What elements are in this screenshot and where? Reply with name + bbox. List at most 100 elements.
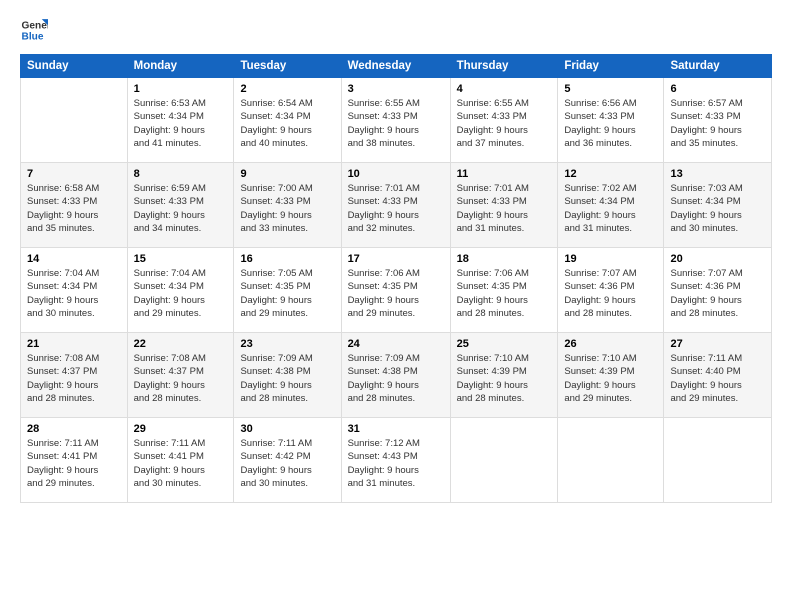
weekday-header: Sunday	[21, 55, 128, 78]
calendar-cell: 31 Sunrise: 7:12 AM Sunset: 4:43 PM Dayli…	[341, 418, 450, 503]
day-number: 3	[348, 83, 444, 95]
day-number: 24	[348, 338, 444, 350]
calendar-cell: 22 Sunrise: 7:08 AM Sunset: 4:37 PM Dayli…	[127, 333, 234, 418]
day-info: Sunrise: 7:08 AM Sunset: 4:37 PM Dayligh…	[27, 352, 121, 405]
day-info: Sunrise: 6:53 AM Sunset: 4:34 PM Dayligh…	[134, 97, 228, 150]
logo: General Blue	[20, 16, 48, 44]
day-info: Sunrise: 7:06 AM Sunset: 4:35 PM Dayligh…	[348, 267, 444, 320]
logo-icon: General Blue	[20, 16, 48, 44]
calendar-cell: 23 Sunrise: 7:09 AM Sunset: 4:38 PM Dayli…	[234, 333, 341, 418]
calendar-cell	[558, 418, 664, 503]
weekday-header: Monday	[127, 55, 234, 78]
weekday-header: Tuesday	[234, 55, 341, 78]
calendar-cell: 6 Sunrise: 6:57 AM Sunset: 4:33 PM Daylig…	[664, 78, 772, 163]
calendar-cell: 16 Sunrise: 7:05 AM Sunset: 4:35 PM Dayli…	[234, 248, 341, 333]
day-info: Sunrise: 7:07 AM Sunset: 4:36 PM Dayligh…	[670, 267, 765, 320]
day-number: 13	[670, 168, 765, 180]
day-number: 23	[240, 338, 334, 350]
day-number: 21	[27, 338, 121, 350]
day-info: Sunrise: 7:09 AM Sunset: 4:38 PM Dayligh…	[348, 352, 444, 405]
day-info: Sunrise: 7:11 AM Sunset: 4:41 PM Dayligh…	[134, 437, 228, 490]
header: General Blue	[20, 16, 772, 44]
day-info: Sunrise: 7:08 AM Sunset: 4:37 PM Dayligh…	[134, 352, 228, 405]
day-info: Sunrise: 7:10 AM Sunset: 4:39 PM Dayligh…	[564, 352, 657, 405]
weekday-header: Thursday	[450, 55, 558, 78]
day-info: Sunrise: 7:04 AM Sunset: 4:34 PM Dayligh…	[134, 267, 228, 320]
day-number: 22	[134, 338, 228, 350]
day-info: Sunrise: 7:06 AM Sunset: 4:35 PM Dayligh…	[457, 267, 552, 320]
day-number: 16	[240, 253, 334, 265]
calendar-cell: 17 Sunrise: 7:06 AM Sunset: 4:35 PM Dayli…	[341, 248, 450, 333]
weekday-header: Saturday	[664, 55, 772, 78]
calendar-cell: 14 Sunrise: 7:04 AM Sunset: 4:34 PM Dayli…	[21, 248, 128, 333]
svg-text:Blue: Blue	[22, 31, 44, 42]
calendar-cell: 25 Sunrise: 7:10 AM Sunset: 4:39 PM Dayli…	[450, 333, 558, 418]
day-info: Sunrise: 7:01 AM Sunset: 4:33 PM Dayligh…	[457, 182, 552, 235]
calendar-page: General Blue SundayMondayTuesdayWednesda…	[0, 0, 792, 612]
calendar-cell	[21, 78, 128, 163]
day-info: Sunrise: 7:12 AM Sunset: 4:43 PM Dayligh…	[348, 437, 444, 490]
calendar-cell: 2Sunrise: 6:54 AM Sunset: 4:34 PM Daylig…	[234, 78, 341, 163]
day-info: Sunrise: 6:55 AM Sunset: 4:33 PM Dayligh…	[457, 97, 552, 150]
day-info: Sunrise: 6:55 AM Sunset: 4:33 PM Dayligh…	[348, 97, 444, 150]
calendar-cell: 30 Sunrise: 7:11 AM Sunset: 4:42 PM Dayli…	[234, 418, 341, 503]
calendar-cell: 19Sunrise: 7:07 AM Sunset: 4:36 PM Dayli…	[558, 248, 664, 333]
day-info: Sunrise: 6:57 AM Sunset: 4:33 PM Dayligh…	[670, 97, 765, 150]
day-number: 27	[670, 338, 765, 350]
calendar-cell: 7 Sunrise: 6:58 AM Sunset: 4:33 PM Daylig…	[21, 163, 128, 248]
day-number: 14	[27, 253, 121, 265]
day-number: 19	[564, 253, 657, 265]
day-info: Sunrise: 7:11 AM Sunset: 4:41 PM Dayligh…	[27, 437, 121, 490]
day-number: 30	[240, 423, 334, 435]
day-number: 1	[134, 83, 228, 95]
day-info: Sunrise: 7:04 AM Sunset: 4:34 PM Dayligh…	[27, 267, 121, 320]
day-number: 4	[457, 83, 552, 95]
calendar-cell: 4 Sunrise: 6:55 AM Sunset: 4:33 PM Daylig…	[450, 78, 558, 163]
day-info: Sunrise: 6:58 AM Sunset: 4:33 PM Dayligh…	[27, 182, 121, 235]
calendar-cell: 12 Sunrise: 7:02 AM Sunset: 4:34 PM Dayli…	[558, 163, 664, 248]
day-info: Sunrise: 7:11 AM Sunset: 4:42 PM Dayligh…	[240, 437, 334, 490]
day-number: 25	[457, 338, 552, 350]
day-number: 6	[670, 83, 765, 95]
day-number: 10	[348, 168, 444, 180]
day-number: 18	[457, 253, 552, 265]
calendar-cell: 5 Sunrise: 6:56 AM Sunset: 4:33 PM Daylig…	[558, 78, 664, 163]
calendar-cell: 1 Sunrise: 6:53 AM Sunset: 4:34 PM Daylig…	[127, 78, 234, 163]
day-info: Sunrise: 7:10 AM Sunset: 4:39 PM Dayligh…	[457, 352, 552, 405]
day-number: 17	[348, 253, 444, 265]
calendar-cell: 26 Sunrise: 7:10 AM Sunset: 4:39 PM Dayli…	[558, 333, 664, 418]
calendar-cell: 3 Sunrise: 6:55 AM Sunset: 4:33 PM Daylig…	[341, 78, 450, 163]
calendar-cell: 18 Sunrise: 7:06 AM Sunset: 4:35 PM Dayli…	[450, 248, 558, 333]
day-info: Sunrise: 7:03 AM Sunset: 4:34 PM Dayligh…	[670, 182, 765, 235]
day-number: 26	[564, 338, 657, 350]
day-number: 12	[564, 168, 657, 180]
day-info: Sunrise: 6:56 AM Sunset: 4:33 PM Dayligh…	[564, 97, 657, 150]
calendar-cell: 9 Sunrise: 7:00 AM Sunset: 4:33 PM Daylig…	[234, 163, 341, 248]
calendar-cell	[450, 418, 558, 503]
calendar-cell	[664, 418, 772, 503]
day-info: Sunrise: 7:11 AM Sunset: 4:40 PM Dayligh…	[670, 352, 765, 405]
day-info: Sunrise: 7:05 AM Sunset: 4:35 PM Dayligh…	[240, 267, 334, 320]
day-number: 20	[670, 253, 765, 265]
calendar-cell: 15 Sunrise: 7:04 AM Sunset: 4:34 PM Dayli…	[127, 248, 234, 333]
day-number: 9	[240, 168, 334, 180]
day-info: Sunrise: 7:00 AM Sunset: 4:33 PM Dayligh…	[240, 182, 334, 235]
day-info: Sunrise: 7:02 AM Sunset: 4:34 PM Dayligh…	[564, 182, 657, 235]
day-number: 7	[27, 168, 121, 180]
day-number: 15	[134, 253, 228, 265]
day-info: Sunrise: 7:09 AM Sunset: 4:38 PM Dayligh…	[240, 352, 334, 405]
day-info: Sunrise: 7:01 AM Sunset: 4:33 PM Dayligh…	[348, 182, 444, 235]
weekday-header: Friday	[558, 55, 664, 78]
calendar-cell: 21 Sunrise: 7:08 AM Sunset: 4:37 PM Dayli…	[21, 333, 128, 418]
calendar-cell: 11 Sunrise: 7:01 AM Sunset: 4:33 PM Dayli…	[450, 163, 558, 248]
weekday-header: Wednesday	[341, 55, 450, 78]
calendar-cell: 28 Sunrise: 7:11 AM Sunset: 4:41 PM Dayli…	[21, 418, 128, 503]
calendar-cell: 27 Sunrise: 7:11 AM Sunset: 4:40 PM Dayli…	[664, 333, 772, 418]
day-number: 31	[348, 423, 444, 435]
day-number: 11	[457, 168, 552, 180]
day-info: Sunrise: 6:54 AM Sunset: 4:34 PM Dayligh…	[240, 97, 334, 150]
day-number: 8	[134, 168, 228, 180]
day-number: 5	[564, 83, 657, 95]
day-number: 28	[27, 423, 121, 435]
calendar-cell: 29Sunrise: 7:11 AM Sunset: 4:41 PM Dayli…	[127, 418, 234, 503]
